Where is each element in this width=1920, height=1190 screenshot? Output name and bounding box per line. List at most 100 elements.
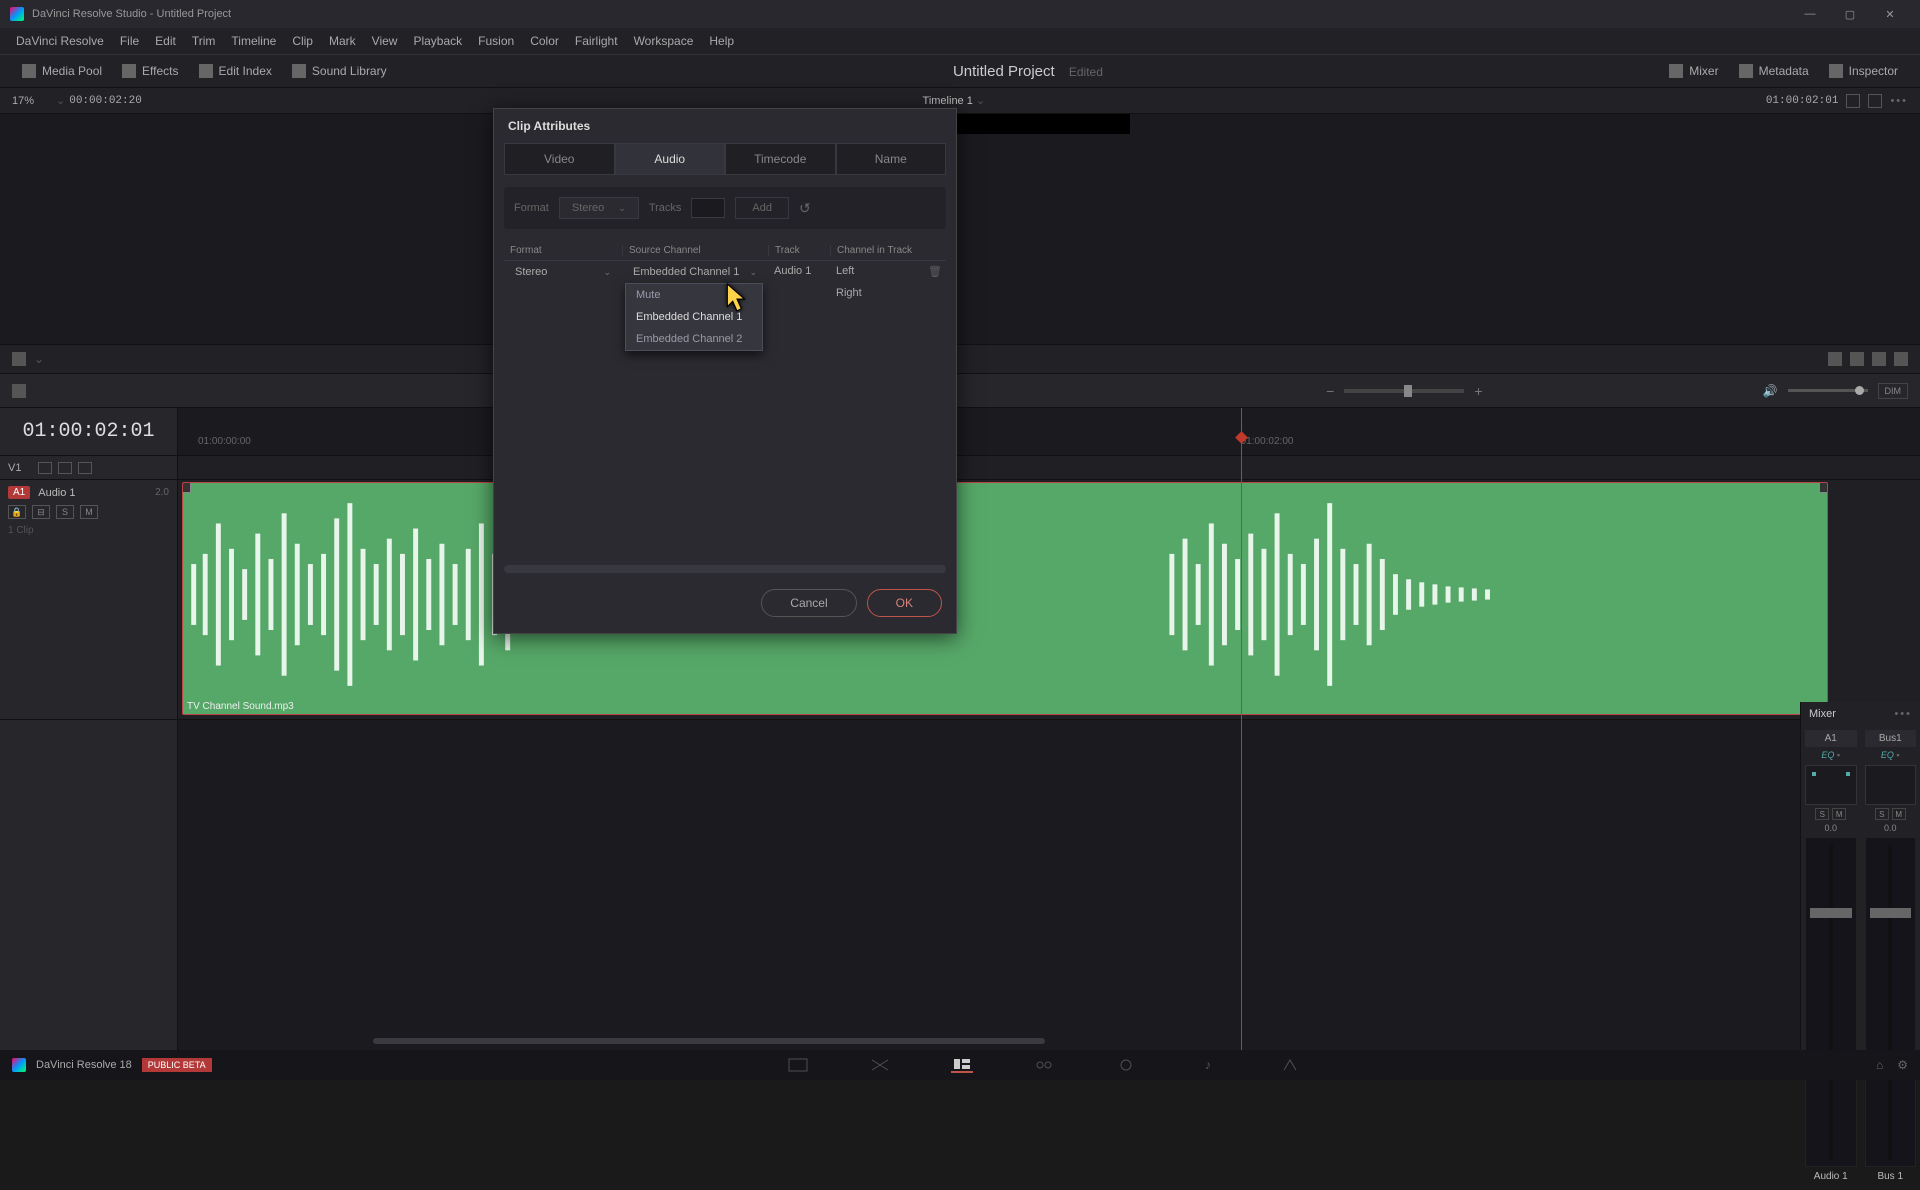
metadata-button[interactable]: Metadata	[1729, 60, 1819, 82]
tab-video[interactable]: Video	[504, 143, 615, 175]
timeline-scrollbar[interactable]	[358, 1038, 1820, 1048]
close-button[interactable]: ✕	[1870, 2, 1910, 26]
v1-track-lane[interactable]	[178, 456, 1920, 480]
tab-timecode[interactable]: Timecode	[725, 143, 836, 175]
minimize-button[interactable]: —	[1790, 2, 1830, 26]
menu-help[interactable]: Help	[701, 30, 742, 52]
playhead[interactable]	[1241, 408, 1242, 1050]
pan-control[interactable]	[1805, 765, 1857, 805]
menu-clip[interactable]: Clip	[284, 30, 321, 52]
zoom-slider[interactable]	[1344, 389, 1464, 393]
dropdown-option-embedded-2[interactable]: Embedded Channel 2	[626, 328, 762, 350]
menu-view[interactable]: View	[364, 30, 406, 52]
media-pool-button[interactable]: Media Pool	[12, 60, 112, 82]
mixer-more-icon[interactable]: •••	[1894, 708, 1912, 720]
tracks-input[interactable]	[691, 198, 725, 218]
speaker-icon[interactable]: 🔊	[1763, 384, 1778, 398]
dropdown-option-mute[interactable]: Mute	[626, 284, 762, 306]
sound-library-button[interactable]: Sound Library	[282, 60, 397, 82]
delete-row-icon[interactable]: 🗑	[928, 265, 940, 277]
db-value: 0.0	[1865, 823, 1917, 833]
audio-clip[interactable]: TV Channel Sound.mp3	[182, 482, 1828, 715]
tab-audio[interactable]: Audio	[615, 143, 726, 175]
reset-icon[interactable]: ↺	[799, 200, 811, 217]
ok-button[interactable]: OK	[867, 589, 942, 617]
format-select[interactable]: Stereo⌄	[559, 197, 639, 219]
solo-button[interactable]: S	[1815, 808, 1829, 820]
mixer-button[interactable]: Mixer	[1659, 60, 1728, 82]
match-frame-icon[interactable]	[1828, 352, 1842, 366]
menu-mark[interactable]: Mark	[321, 30, 364, 52]
row-format-select[interactable]: Stereo⌄	[510, 265, 616, 279]
dialog-scrollbar[interactable]	[504, 565, 946, 573]
fader[interactable]	[1805, 837, 1857, 1167]
timeline-view-icon[interactable]	[12, 384, 26, 398]
home-icon[interactable]: ⌂	[1876, 1058, 1883, 1072]
mute-button[interactable]: M	[1892, 808, 1906, 820]
goto-end-icon[interactable]	[1872, 352, 1886, 366]
tab-name[interactable]: Name	[836, 143, 947, 175]
timeline-name[interactable]: Timeline 1 ⌄	[142, 94, 1766, 107]
menu-file[interactable]: File	[112, 30, 147, 52]
settings-icon[interactable]: ⚙	[1897, 1058, 1908, 1072]
add-button[interactable]: Add	[735, 197, 789, 219]
loop-icon[interactable]	[1850, 352, 1864, 366]
inspector-button[interactable]: Inspector	[1819, 60, 1908, 82]
mute-button[interactable]: M	[1832, 808, 1846, 820]
maximize-button[interactable]: ▢	[1830, 2, 1870, 26]
viewer-mode-icon[interactable]	[12, 352, 26, 366]
page-deliver-icon[interactable]	[1279, 1057, 1301, 1073]
a1-link-icon[interactable]: ⊟	[32, 505, 50, 519]
a1-track-header[interactable]: A1 Audio 1 2.0 🔒 ⊟ S M 1 Clip	[0, 480, 177, 720]
track-view-icon[interactable]	[58, 462, 72, 474]
chevron-down-icon[interactable]: ⌄	[34, 352, 44, 366]
menu-fairlight[interactable]: Fairlight	[567, 30, 626, 52]
edit-index-button[interactable]: Edit Index	[189, 60, 282, 82]
menu-color[interactable]: Color	[522, 30, 567, 52]
bypass-icon[interactable]	[1846, 94, 1860, 108]
page-media-icon[interactable]	[787, 1057, 809, 1073]
preview-zoom[interactable]: 17%	[12, 95, 52, 107]
cancel-button[interactable]: Cancel	[761, 589, 856, 617]
a1-lock-icon[interactable]: 🔒	[8, 505, 26, 519]
track-view2-icon[interactable]	[78, 462, 92, 474]
menu-trim[interactable]: Trim	[184, 30, 224, 52]
fader[interactable]	[1865, 837, 1917, 1167]
eq-button[interactable]: EQ ▪	[1865, 747, 1917, 763]
zoom-in-icon[interactable]: +	[1474, 383, 1482, 399]
a1-badge[interactable]: A1	[8, 486, 30, 499]
menu-edit[interactable]: Edit	[147, 30, 184, 52]
dropdown-option-embedded-1[interactable]: Embedded Channel 1	[626, 306, 762, 328]
v1-track-header[interactable]: V1	[0, 456, 177, 480]
timeline-canvas[interactable]: 01:00:00:00 01:00:02:00	[178, 408, 1920, 1050]
page-fusion-icon[interactable]	[1033, 1057, 1055, 1073]
solo-button[interactable]: S	[1875, 808, 1889, 820]
timeline-more-icon[interactable]: •••	[1890, 95, 1908, 107]
effects-button[interactable]: Effects	[112, 60, 188, 82]
row-source-select[interactable]: Embedded Channel 1⌄	[628, 265, 762, 279]
a1-mute-button[interactable]: M	[80, 505, 98, 519]
pan-control[interactable]	[1865, 765, 1917, 805]
lock-icon[interactable]	[38, 462, 52, 474]
menu-timeline[interactable]: Timeline	[223, 30, 284, 52]
clip-out-handle[interactable]	[1819, 482, 1828, 493]
menu-fusion[interactable]: Fusion	[470, 30, 522, 52]
menu-playback[interactable]: Playback	[405, 30, 470, 52]
menu-davinci-resolve[interactable]: DaVinci Resolve	[8, 30, 112, 52]
page-fairlight-icon[interactable]: ♪	[1197, 1057, 1219, 1073]
timeline-ruler[interactable]: 01:00:00:00 01:00:02:00	[178, 408, 1920, 456]
a1-track-lane[interactable]: TV Channel Sound.mp3	[178, 480, 1920, 720]
clip-in-handle[interactable]	[182, 482, 191, 493]
eq-button[interactable]: EQ ▪	[1805, 747, 1857, 763]
single-viewer-icon[interactable]	[1868, 94, 1882, 108]
dim-button[interactable]: DIM	[1878, 383, 1909, 399]
page-edit-icon[interactable]	[951, 1057, 973, 1073]
zoom-out-icon[interactable]: −	[1326, 383, 1334, 399]
goto-last-icon[interactable]	[1894, 352, 1908, 366]
volume-slider[interactable]	[1788, 389, 1868, 392]
a1-solo-button[interactable]: S	[56, 505, 74, 519]
page-cut-icon[interactable]	[869, 1057, 891, 1073]
menu-workspace[interactable]: Workspace	[626, 30, 702, 52]
page-color-icon[interactable]	[1115, 1057, 1137, 1073]
chevron-down-icon[interactable]: ⌄	[56, 94, 65, 107]
